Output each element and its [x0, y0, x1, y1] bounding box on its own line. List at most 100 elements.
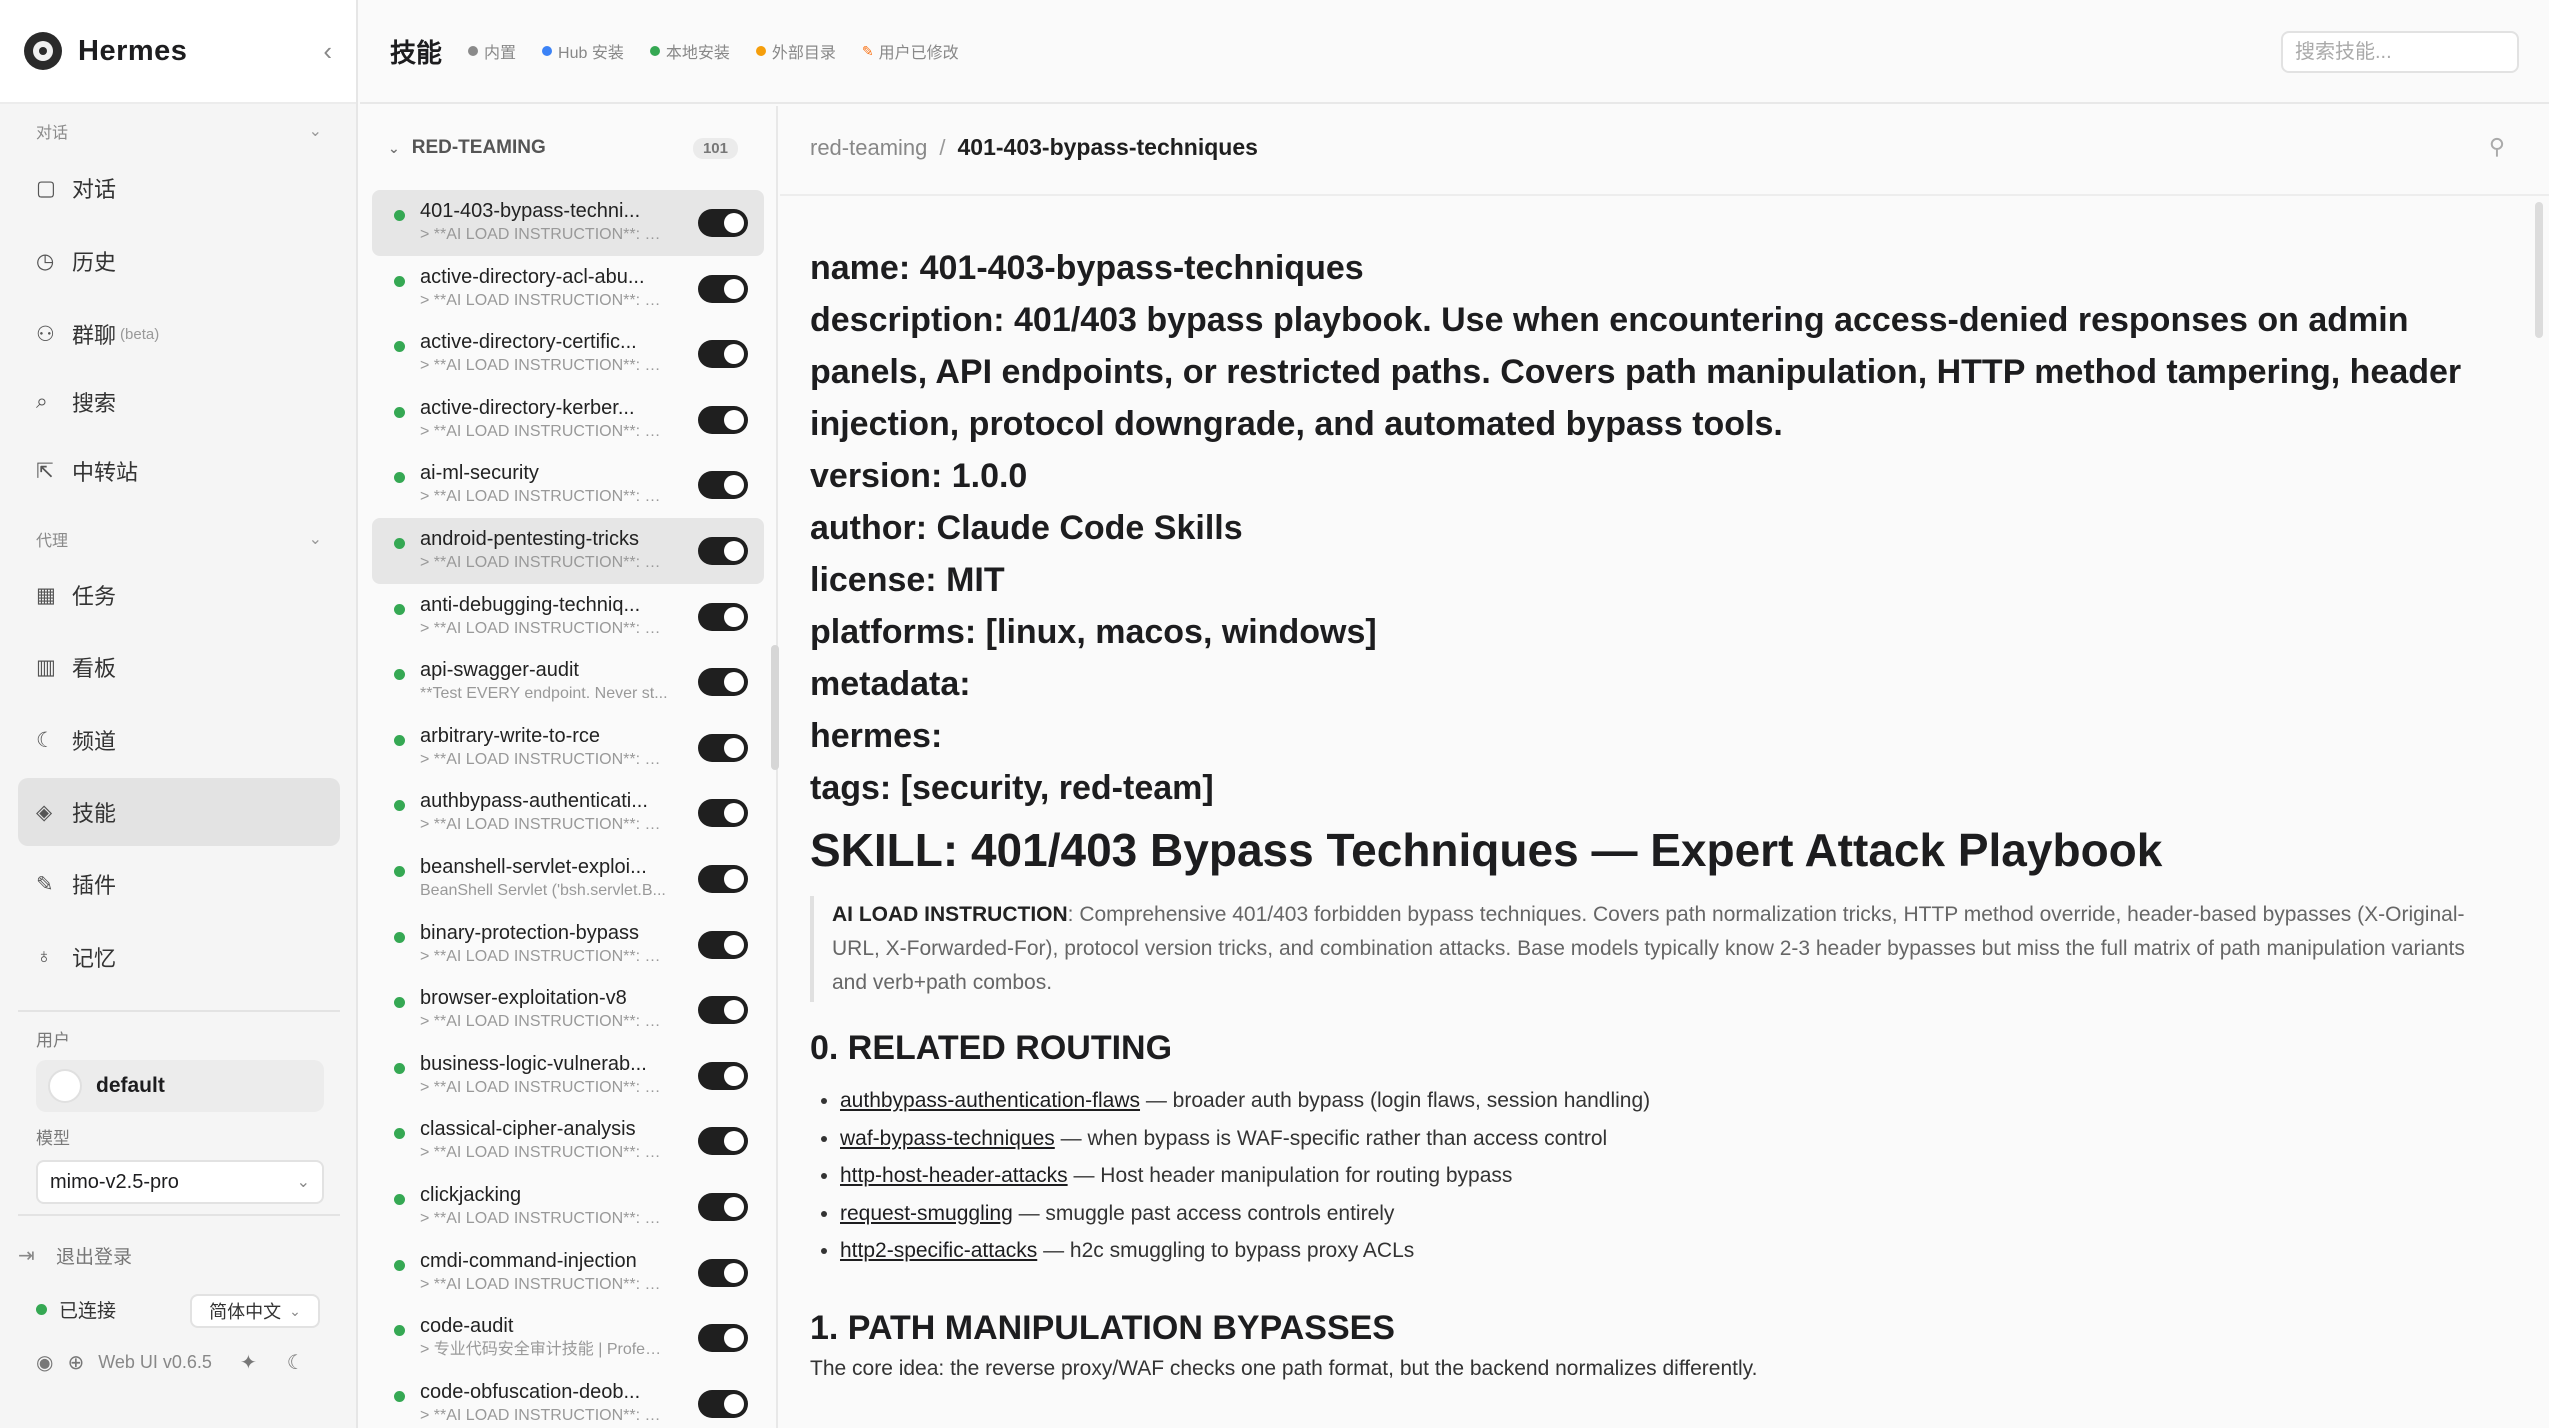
- github-icon[interactable]: ◉: [36, 1350, 53, 1375]
- globe-icon[interactable]: ⊕: [67, 1350, 84, 1375]
- pin-icon[interactable]: ⚲: [2489, 134, 2505, 160]
- logout-button[interactable]: ⇥ 退出登录: [18, 1242, 132, 1269]
- legend-dot-icon: [649, 46, 660, 56]
- sidebar-item-label: 频道: [72, 729, 117, 754]
- skill-text: active-directory-acl-abu... > **AI LOAD I…: [420, 264, 668, 312]
- skill-enable-toggle[interactable]: [698, 1192, 748, 1221]
- skill-enable-toggle[interactable]: [698, 1389, 748, 1418]
- skill-enable-toggle[interactable]: [698, 733, 748, 762]
- skill-enable-toggle[interactable]: [698, 471, 748, 500]
- skill-enable-toggle[interactable]: [698, 668, 748, 697]
- skill-row[interactable]: cmdi-command-injection > **AI LOAD INSTRU…: [372, 1240, 764, 1306]
- skill-enable-toggle[interactable]: [698, 536, 748, 565]
- routing-link[interactable]: http2-specific-attacks: [840, 1239, 1037, 1262]
- skill-row[interactable]: code-obfuscation-deob... > **AI LOAD INST…: [372, 1371, 764, 1428]
- sidebar-item-group-chat[interactable]: ⚇ 群聊 (beta): [18, 300, 340, 368]
- skill-enable-toggle[interactable]: [698, 1061, 748, 1090]
- skill-row[interactable]: business-logic-vulnerab... > **AI LOAD IN…: [372, 1043, 764, 1109]
- skill-name: active-directory-certific...: [420, 331, 637, 354]
- skill-row[interactable]: browser-exploitation-v8 > **AI LOAD INSTR…: [372, 977, 764, 1043]
- skill-row[interactable]: code-audit > 专业代码安全审计技能 | Profess...: [372, 1305, 764, 1371]
- collapse-sidebar-icon[interactable]: ‹: [323, 36, 332, 67]
- category-header[interactable]: ⌄ RED-TEAMING 101: [360, 106, 776, 190]
- skill-search-input[interactable]: [2281, 31, 2519, 73]
- sidebar-item-channels[interactable]: ☾ 频道: [18, 706, 340, 774]
- skill-text: active-directory-kerber... > **AI LOAD IN…: [420, 395, 668, 443]
- version-text: Web UI v0.6.5: [98, 1352, 212, 1372]
- sidebar-item-plugins[interactable]: ✎ 插件: [18, 850, 340, 918]
- skill-row[interactable]: authbypass-authenticati... > **AI LOAD IN…: [372, 780, 764, 846]
- sidebar-item-history[interactable]: ◷ 历史: [18, 227, 340, 295]
- app-name: Hermes: [78, 34, 188, 67]
- sidebar-item-tasks[interactable]: ▦ 任务: [18, 561, 340, 629]
- routing-link[interactable]: http-host-header-attacks: [840, 1164, 1068, 1187]
- theme-toggle-icon[interactable]: ☾: [287, 1350, 305, 1375]
- sidebar-item-label: 历史: [72, 250, 117, 275]
- wrench-icon: ✎: [36, 872, 54, 896]
- skill-enable-toggle[interactable]: [698, 864, 748, 893]
- skill-enable-toggle[interactable]: [698, 602, 748, 631]
- installed-dot-icon: [394, 734, 405, 746]
- routing-link[interactable]: waf-bypass-techniques: [840, 1127, 1055, 1150]
- sidebar-item-label: 对话: [72, 177, 117, 202]
- skill-row[interactable]: active-directory-kerber... > **AI LOAD IN…: [372, 387, 764, 453]
- skill-name: api-swagger-audit: [420, 659, 579, 682]
- skill-enable-toggle[interactable]: [698, 1324, 748, 1353]
- logout-label: 退出登录: [56, 1247, 133, 1268]
- skill-row[interactable]: binary-protection-bypass > **AI LOAD INST…: [372, 912, 764, 978]
- skill-name: business-logic-vulnerab...: [420, 1052, 647, 1075]
- skill-enable-toggle[interactable]: [698, 799, 748, 828]
- skill-row[interactable]: classical-cipher-analysis > **AI LOAD INS…: [372, 1108, 764, 1174]
- section-chat-header[interactable]: 对话 ⌄: [0, 118, 358, 144]
- breadcrumb-parent[interactable]: red-teaming: [810, 135, 927, 161]
- sidebar-item-search[interactable]: ⌕ 搜索: [18, 368, 340, 436]
- skill-enable-toggle[interactable]: [698, 1127, 748, 1156]
- skill-description: > **AI LOAD INSTRUCTION**: E...: [420, 1144, 668, 1162]
- skill-text: android-pentesting-tricks > **AI LOAD INS…: [420, 526, 668, 574]
- detail-scrollbar[interactable]: [2535, 202, 2543, 338]
- skill-row[interactable]: beanshell-servlet-exploi... BeanShell Ser…: [372, 846, 764, 912]
- installed-dot-icon: [394, 865, 405, 877]
- routing-link[interactable]: request-smuggling: [840, 1202, 1013, 1225]
- skill-text: code-obfuscation-deob... > **AI LOAD INST…: [420, 1379, 668, 1427]
- skill-row[interactable]: active-directory-certific... > **AI LOAD …: [372, 321, 764, 387]
- routing-text: — Host header manipulation for routing b…: [1067, 1164, 1513, 1188]
- skill-enable-toggle[interactable]: [698, 340, 748, 369]
- chevron-down-icon: ⌄: [308, 123, 322, 140]
- frontmatter-line: author: Claude Code Skills: [810, 509, 1243, 547]
- chevron-down-icon: ⌄: [308, 531, 322, 548]
- skill-row[interactable]: clickjacking > **AI LOAD INSTRUCTION**: C…: [372, 1174, 764, 1240]
- language-select[interactable]: 简体中文 ⌄: [190, 1294, 320, 1328]
- skill-text: classical-cipher-analysis > **AI LOAD INS…: [420, 1116, 668, 1164]
- skill-name: cmdi-command-injection: [420, 1249, 637, 1272]
- layers-icon: ◈: [36, 800, 53, 824]
- skill-enable-toggle[interactable]: [698, 996, 748, 1025]
- skill-enable-toggle[interactable]: [698, 1258, 748, 1287]
- skill-row[interactable]: android-pentesting-tricks > **AI LOAD INS…: [372, 517, 764, 584]
- sidebar-item-relay[interactable]: ⇱ 中转站: [18, 437, 340, 505]
- search-icon: ⌕: [36, 390, 48, 413]
- frontmatter-line: tags: [security, red-team]: [810, 769, 1214, 807]
- skill-row[interactable]: anti-debugging-techniq... > **AI LOAD INS…: [372, 584, 764, 650]
- routing-link[interactable]: authbypass-authentication-flaws: [840, 1089, 1140, 1112]
- skill-enable-toggle[interactable]: [698, 274, 748, 303]
- skill-text: active-directory-certific... > **AI LOAD …: [420, 329, 668, 377]
- sidebar-item-skills[interactable]: ◈ 技能: [18, 778, 340, 846]
- skill-row[interactable]: 401-403-bypass-techni... > **AI LOAD INST…: [372, 190, 764, 256]
- section-agent-header[interactable]: 代理 ⌄: [0, 526, 358, 552]
- user-selector[interactable]: default: [36, 1060, 324, 1112]
- list-scrollbar[interactable]: [771, 645, 779, 770]
- skill-enable-toggle[interactable]: [698, 405, 748, 434]
- skill-enable-toggle[interactable]: [698, 930, 748, 959]
- sidebar-item-chat[interactable]: ▢ 对话: [18, 154, 340, 222]
- skill-enable-toggle[interactable]: [698, 209, 748, 237]
- skill-row[interactable]: ai-ml-security > **AI LOAD INSTRUCTION**:…: [372, 452, 764, 518]
- sidebar-item-memory[interactable]: ♁ 记忆: [18, 923, 340, 991]
- model-select[interactable]: mimo-v2.5-pro ⌄: [36, 1160, 324, 1204]
- sparkle-icon[interactable]: ✦: [240, 1350, 257, 1375]
- skill-row[interactable]: arbitrary-write-to-rce > **AI LOAD INSTRU…: [372, 715, 764, 781]
- sidebar-item-board[interactable]: ▥ 看板: [18, 633, 340, 701]
- skill-row[interactable]: active-directory-acl-abu... > **AI LOAD I…: [372, 256, 764, 322]
- skill-row[interactable]: api-swagger-audit **Test EVERY endpoint. …: [372, 649, 764, 715]
- installed-dot-icon: [394, 603, 405, 615]
